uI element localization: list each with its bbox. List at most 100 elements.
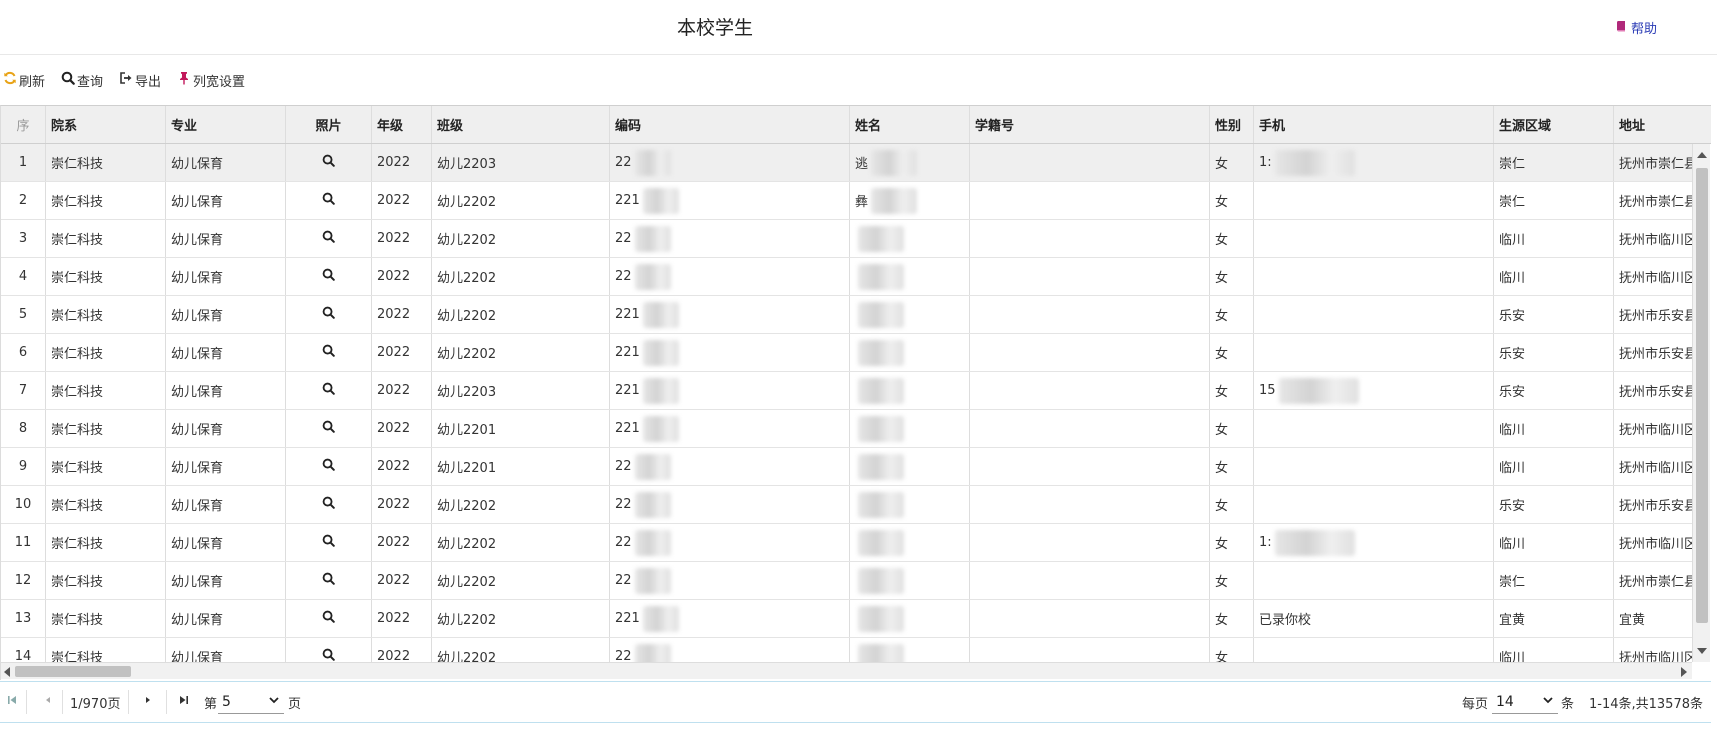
cell-photo[interactable] (286, 600, 372, 637)
refresh-button[interactable]: 刷新 (3, 71, 45, 90)
cell-photo[interactable] (286, 144, 372, 181)
col-name-header[interactable]: 姓名 (850, 106, 970, 143)
cell-text: 幼儿保育 (171, 271, 224, 286)
cell-photo[interactable] (286, 410, 372, 447)
previous-page-icon (42, 694, 54, 710)
horizontal-scroll-thumb[interactable] (15, 666, 131, 677)
col-grade-header[interactable]: 年级 (372, 106, 432, 143)
search-icon[interactable] (322, 420, 335, 437)
cell-gender: 女 (1210, 220, 1254, 257)
redacted-mask (634, 225, 671, 252)
cell-grade: 2022 (372, 410, 432, 447)
col-region-header[interactable]: 生源区域 (1494, 106, 1614, 143)
col-code-header[interactable]: 编码 (610, 106, 850, 143)
cell-student-no (970, 334, 1210, 371)
cell-text: 221 (615, 611, 640, 626)
cell-text: 乐安 (1499, 499, 1526, 514)
cell-region: 临川 (1494, 524, 1614, 561)
cell-text: 22 (615, 649, 632, 662)
per-page-select[interactable]: 14 (1492, 690, 1558, 714)
col-class-header[interactable]: 班级 (432, 106, 610, 143)
search-icon[interactable] (322, 534, 335, 551)
cell-text: 12 (14, 573, 32, 588)
search-icon[interactable] (322, 610, 335, 627)
next-page-button[interactable] (142, 682, 154, 722)
cell-region: 临川 (1494, 258, 1614, 295)
col-photo-header[interactable]: 照片 (286, 106, 372, 143)
cell-photo[interactable] (286, 334, 372, 371)
scroll-up-arrow-icon[interactable] (1697, 152, 1707, 158)
table-row[interactable]: 7 崇仁科技 幼儿保育 2022 幼儿2203 221 女 15 乐安 抚州市乐安县 (1, 372, 1692, 410)
horizontal-scrollbar[interactable] (1, 662, 1692, 679)
table-row[interactable]: 5 崇仁科技 幼儿保育 2022 幼儿2202 221 女 乐安 抚州市乐安县 (1, 296, 1692, 334)
cell-text: 221 (615, 421, 640, 436)
cell-text: 临川 (1499, 271, 1526, 286)
first-page-button[interactable] (6, 682, 18, 722)
table-row[interactable]: 10 崇仁科技 幼儿保育 2022 幼儿2202 22 女 乐安 抚州市乐安县 (1, 486, 1692, 524)
cell-text: 女 (1215, 537, 1229, 552)
search-icon[interactable] (322, 458, 335, 475)
cell-text: 幼儿2202 (437, 537, 497, 552)
table-row[interactable]: 6 崇仁科技 幼儿保育 2022 幼儿2202 221 女 乐安 抚州市乐安县 (1, 334, 1692, 372)
search-icon[interactable] (322, 572, 335, 589)
cell-photo[interactable] (286, 524, 372, 561)
cell-photo[interactable] (286, 448, 372, 485)
cell-text: 2022 (377, 345, 411, 360)
col-college-header[interactable]: 院系 (46, 106, 166, 143)
search-icon[interactable] (322, 268, 335, 285)
cell-photo[interactable] (286, 182, 372, 219)
table-row[interactable]: 3 崇仁科技 幼儿保育 2022 幼儿2202 22 女 临川 抚州市临川区 (1, 220, 1692, 258)
table-row[interactable]: 4 崇仁科技 幼儿保育 2022 幼儿2202 22 女 临川 抚州市临川区 (1, 258, 1692, 296)
cell-text: 13 (14, 611, 32, 626)
col-major-header[interactable]: 专业 (166, 106, 286, 143)
cell-photo[interactable] (286, 296, 372, 333)
col-phone-header[interactable]: 手机 (1254, 106, 1494, 143)
cell-text: 抚州市临川区 (1619, 233, 1692, 248)
table-row[interactable]: 1 崇仁科技 幼儿保育 2022 幼儿2203 22 逃 女 1: 崇仁 抚州市崇仁县 (1, 144, 1692, 182)
search-icon[interactable] (322, 192, 335, 209)
cell-grade: 2022 (372, 600, 432, 637)
search-icon[interactable] (322, 154, 335, 171)
search-icon[interactable] (322, 306, 335, 323)
col-student-no-header[interactable]: 学籍号 (970, 106, 1210, 143)
table-row[interactable]: 9 崇仁科技 幼儿保育 2022 幼儿2201 22 女 临川 抚州市临川区 (1, 448, 1692, 486)
search-icon[interactable] (322, 496, 335, 513)
export-button[interactable]: 导出 (119, 71, 161, 90)
col-address-header[interactable]: 地址 (1614, 106, 1711, 143)
last-page-button[interactable] (178, 682, 190, 722)
search-icon[interactable] (322, 382, 335, 399)
col-gender-header[interactable]: 性别 (1210, 106, 1254, 143)
column-width-button[interactable]: 列宽设置 (177, 71, 245, 90)
cell-photo[interactable] (286, 220, 372, 257)
scroll-left-arrow-icon[interactable] (4, 667, 10, 677)
goto-page-select[interactable]: 5 (218, 690, 284, 714)
search-icon[interactable] (322, 648, 335, 662)
table-row[interactable]: 2 崇仁科技 幼儿保育 2022 幼儿2202 221 彝 女 崇仁 抚州市崇仁县 (1, 182, 1692, 220)
search-icon[interactable] (322, 230, 335, 247)
table-row[interactable]: 12 崇仁科技 幼儿保育 2022 幼儿2202 22 女 崇仁 抚州市崇仁县 (1, 562, 1692, 600)
cell-photo[interactable] (286, 258, 372, 295)
cell-photo[interactable] (286, 562, 372, 599)
cell-text: 1: (1259, 155, 1272, 170)
cell-text: 幼儿保育 (171, 233, 224, 248)
help-link[interactable]: 帮助 (1615, 18, 1657, 37)
search-icon[interactable] (322, 344, 335, 361)
vertical-scroll-thumb[interactable] (1696, 168, 1708, 623)
refresh-icon (3, 71, 17, 89)
cell-text: 2022 (377, 307, 411, 322)
scroll-right-arrow-icon[interactable] (1681, 667, 1687, 677)
query-button[interactable]: 查询 (61, 71, 103, 90)
table-row[interactable]: 13 崇仁科技 幼儿保育 2022 幼儿2202 221 女 已录你校 宜黄 宜黄 (1, 600, 1692, 638)
cell-seq: 5 (1, 296, 46, 333)
table-row[interactable]: 14 崇仁科技 幼儿保育 2022 幼儿2202 22 女 临川 抚州市临川区 (1, 638, 1692, 662)
cell-major: 幼儿保育 (166, 486, 286, 523)
col-seq-header[interactable]: 序 (1, 106, 46, 143)
previous-page-button[interactable] (42, 682, 54, 722)
cell-photo[interactable] (286, 638, 372, 662)
cell-photo[interactable] (286, 486, 372, 523)
table-row[interactable]: 11 崇仁科技 幼儿保育 2022 幼儿2202 22 女 1: 临川 抚州市临川区 (1, 524, 1692, 562)
cell-photo[interactable] (286, 372, 372, 409)
table-row[interactable]: 8 崇仁科技 幼儿保育 2022 幼儿2201 221 女 临川 抚州市临川区 (1, 410, 1692, 448)
scroll-down-arrow-icon[interactable] (1697, 648, 1707, 654)
vertical-scrollbar[interactable] (1692, 144, 1710, 662)
